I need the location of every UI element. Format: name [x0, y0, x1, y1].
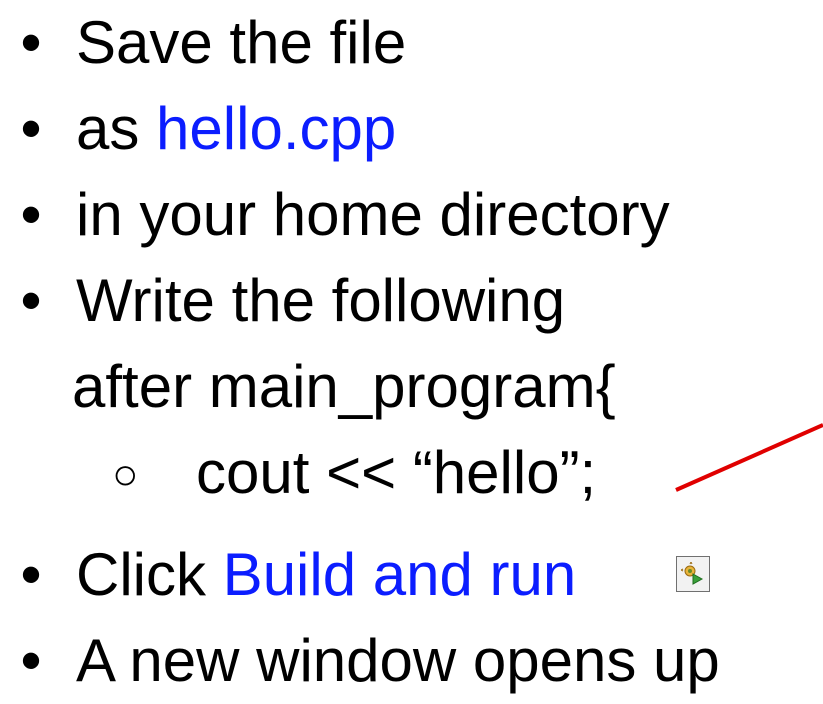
bullet-prefix: Click	[76, 541, 223, 608]
bullet-item-save: • Save the file	[0, 0, 823, 86]
sub-bullet-icon: ○	[112, 450, 139, 499]
bullet-text: Write the following	[76, 267, 566, 334]
bullet-text: in your home directory	[76, 181, 670, 248]
bullet-text: as hello.cpp	[76, 86, 396, 172]
build-and-run-highlight: Build and run	[222, 541, 577, 608]
bullet-continuation-text: after main_program{	[72, 353, 616, 420]
bullet-text: A new window opens up	[76, 627, 720, 694]
bullet-prefix: as	[76, 95, 157, 162]
bullet-text: Save the file	[76, 9, 407, 76]
bullet-icon: •	[20, 9, 42, 76]
bullet-icon: •	[20, 541, 42, 608]
bullet-icon: •	[20, 627, 42, 694]
bullet-item-write: • Write the following	[0, 258, 823, 344]
bullet-item-write-continuation: after main_program{	[0, 344, 823, 430]
filename-highlight: hello.cpp	[156, 95, 397, 162]
bullet-item-filename: • as hello.cpp	[0, 86, 823, 172]
bullet-icon: •	[20, 181, 42, 248]
slide: • Save the file • as hello.cpp • in your…	[0, 0, 823, 700]
bullet-icon: •	[20, 267, 42, 334]
bullet-text: Click Build and run	[76, 532, 576, 618]
build-and-run-glyph	[681, 562, 704, 585]
bullet-icon: •	[20, 95, 42, 162]
sub-bullet-item-cout: ○ cout << “hello”;	[0, 430, 823, 516]
code-snippet-text: cout << “hello”;	[196, 439, 597, 506]
bullet-item-home-directory: • in your home directory	[0, 172, 823, 258]
bullet-item-build: • Click Build and run	[0, 532, 823, 618]
build-and-run-icon[interactable]	[676, 556, 710, 592]
bullet-item-new-window: • A new window opens up	[0, 618, 823, 704]
